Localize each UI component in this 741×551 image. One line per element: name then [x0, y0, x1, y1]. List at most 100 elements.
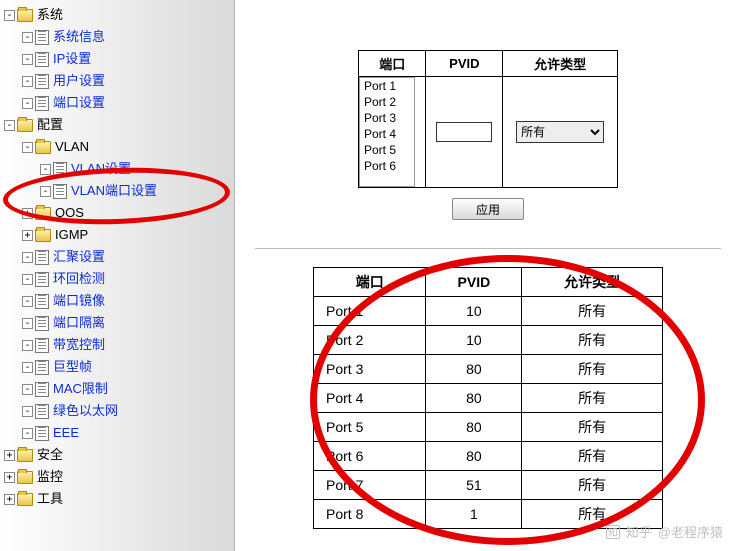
cell-pvid: 10 [426, 326, 522, 355]
nav-label: 用户设置 [53, 70, 105, 92]
expand-icon[interactable]: - [22, 142, 33, 153]
nav-trunk-settings[interactable]: -汇聚设置 [0, 246, 234, 268]
port-option[interactable]: Port 3 [360, 110, 414, 126]
table-row: Port 110所有 [314, 297, 663, 326]
allow-type-select[interactable]: 所有 [516, 121, 604, 143]
apply-button[interactable]: 应用 [452, 198, 524, 220]
nav-label: 带宽控制 [53, 334, 105, 356]
nav-label: 环回检测 [53, 268, 105, 290]
expand-icon[interactable]: - [22, 340, 33, 351]
page-icon [35, 382, 49, 397]
nav-vlan[interactable]: -VLAN [0, 136, 234, 158]
expand-icon[interactable]: - [22, 98, 33, 109]
nav-loop-detect[interactable]: - 环回检测 [0, 268, 234, 290]
nav-system[interactable]: - 系统 [0, 4, 234, 26]
nav-security[interactable]: + 安全 [0, 444, 234, 466]
page-icon [35, 316, 49, 331]
nav-label: 系统 [37, 4, 63, 26]
expand-icon[interactable]: - [22, 428, 33, 439]
nav-green-ethernet[interactable]: - 绿色以太网 [0, 400, 234, 422]
nav-label: 端口镜像 [53, 290, 105, 312]
expand-icon[interactable]: + [4, 494, 15, 505]
table-row: Port 210所有 [314, 326, 663, 355]
folder-icon [17, 9, 33, 22]
pvid-input[interactable] [436, 122, 492, 142]
nav-label: 绿色以太网 [53, 400, 118, 422]
expand-icon[interactable]: - [40, 164, 51, 175]
table-header-port: 端口 [314, 268, 426, 297]
page-icon [53, 184, 67, 199]
nav-user-settings[interactable]: - 用户设置 [0, 70, 234, 92]
page-icon [35, 360, 49, 375]
nav-system-info[interactable]: -系统信息 [0, 26, 234, 48]
cell-port: Port 8 [314, 500, 426, 529]
cell-port: Port 3 [314, 355, 426, 384]
page-icon [53, 162, 67, 177]
sidebar: -系统-系统信息-IP设置-用户设置-端口设置-配置-VLAN-VLAN设置-V… [0, 0, 235, 551]
watermark-author: @老程序猿 [658, 522, 723, 541]
expand-icon[interactable]: + [4, 472, 15, 483]
nav-port-isolation[interactable]: - 端口隔离 [0, 312, 234, 334]
expand-icon[interactable]: - [22, 384, 33, 395]
expand-icon[interactable]: - [4, 120, 15, 131]
nav-port-mirror[interactable]: - 端口镜像 [0, 290, 234, 312]
port-multiselect[interactable]: Port 1Port 2Port 3Port 4Port 5Port 6 [359, 77, 415, 187]
expand-icon[interactable]: - [22, 318, 33, 329]
cell-type: 所有 [522, 355, 663, 384]
nav-jumbo-frame[interactable]: -巨型帧 [0, 356, 234, 378]
cell-port: Port 2 [314, 326, 426, 355]
table-header-type: 允许类型 [522, 268, 663, 297]
nav-tools[interactable]: +工具 [0, 488, 234, 510]
nav-label: 监控 [37, 466, 63, 488]
nav-label: MAC限制 [53, 378, 108, 400]
page-icon [35, 30, 49, 45]
expand-icon[interactable]: - [40, 186, 51, 197]
table-row: Port 480所有 [314, 384, 663, 413]
cell-pvid: 80 [426, 355, 522, 384]
cell-pvid: 80 [426, 442, 522, 471]
port-option[interactable]: Port 5 [360, 142, 414, 158]
port-option[interactable]: Port 1 [360, 78, 414, 94]
page-icon [35, 426, 49, 441]
folder-icon [17, 119, 33, 132]
form-header-type: 允许类型 [503, 51, 618, 77]
cell-type: 所有 [522, 471, 663, 500]
expand-icon[interactable]: - [22, 296, 33, 307]
nav-ip-settings[interactable]: -IP设置 [0, 48, 234, 70]
table-row: Port 580所有 [314, 413, 663, 442]
expand-icon[interactable]: - [22, 406, 33, 417]
nav-vlan-settings[interactable]: -VLAN设置 [0, 158, 234, 180]
port-option[interactable]: Port 6 [360, 158, 414, 174]
form-header-port: 端口 [359, 51, 426, 77]
nav-bandwidth-control[interactable]: - 带宽控制 [0, 334, 234, 356]
nav-label: 端口隔离 [53, 312, 105, 334]
nav-port-settings[interactable]: -端口设置 [0, 92, 234, 114]
nav-mac-limit[interactable]: - MAC限制 [0, 378, 234, 400]
expand-icon[interactable]: - [22, 252, 33, 263]
nav-label: 配置 [37, 114, 63, 136]
page-icon [35, 404, 49, 419]
expand-icon[interactable]: + [22, 208, 33, 219]
folder-icon [35, 141, 51, 154]
nav-vlan-port-settings[interactable]: -VLAN端口设置 [0, 180, 234, 202]
nav-label: 安全 [37, 444, 63, 466]
nav-qos[interactable]: +QOS [0, 202, 234, 224]
nav-config[interactable]: - 配置 [0, 114, 234, 136]
expand-icon[interactable]: - [4, 10, 15, 21]
nav-eee[interactable]: -EEE [0, 422, 234, 444]
expand-icon[interactable]: - [22, 76, 33, 87]
folder-icon [17, 449, 33, 462]
nav-igmp[interactable]: +IGMP [0, 224, 234, 246]
expand-icon[interactable]: - [22, 54, 33, 65]
cell-port: Port 5 [314, 413, 426, 442]
expand-icon[interactable]: + [4, 450, 15, 461]
nav-monitor[interactable]: + 监控 [0, 466, 234, 488]
form-header-pvid: PVID [426, 51, 503, 77]
expand-icon[interactable]: - [22, 274, 33, 285]
expand-icon[interactable]: - [22, 32, 33, 43]
cell-type: 所有 [522, 297, 663, 326]
expand-icon[interactable]: + [22, 230, 33, 241]
port-option[interactable]: Port 2 [360, 94, 414, 110]
port-option[interactable]: Port 4 [360, 126, 414, 142]
expand-icon[interactable]: - [22, 362, 33, 373]
